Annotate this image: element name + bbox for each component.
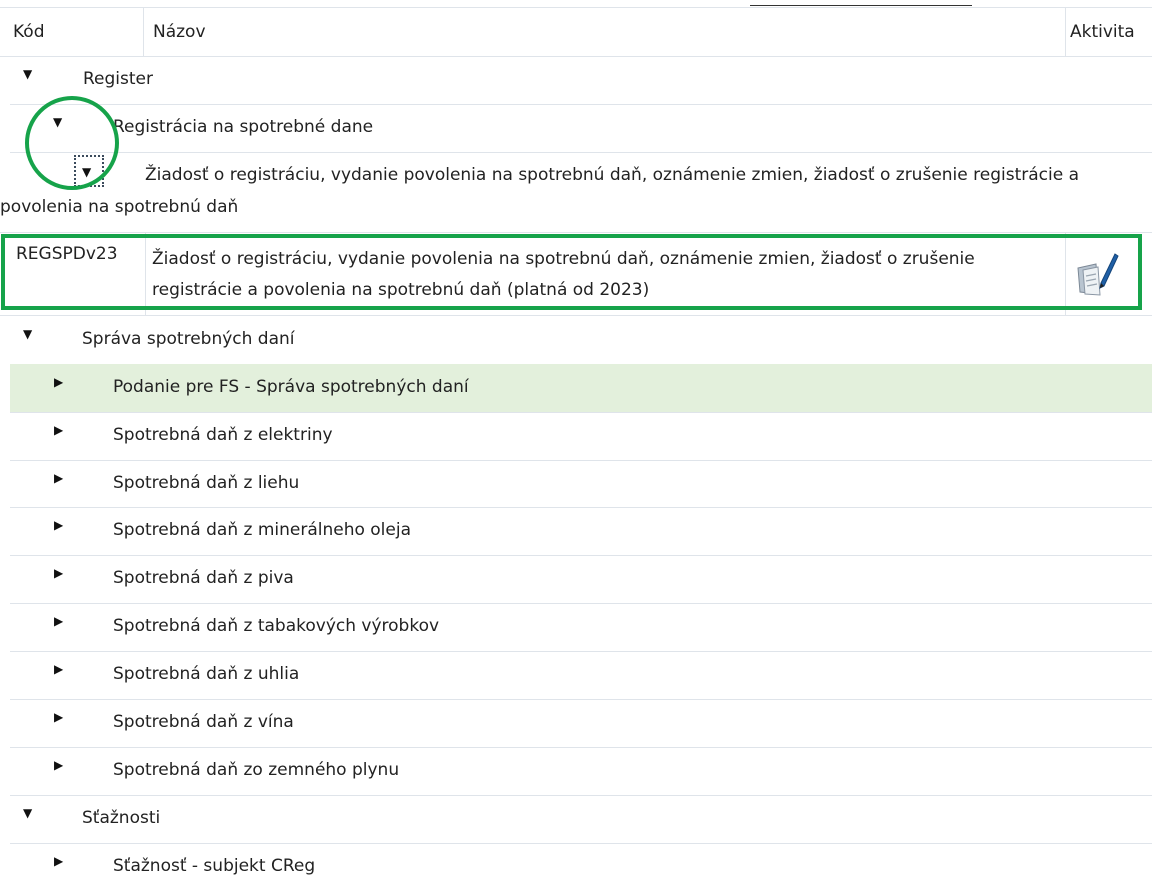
collapsed-triangle-icon[interactable]: ▶ [54,472,63,484]
top-bar [750,0,972,6]
tree-row-staznosti[interactable]: ▼ Sťažnosti [10,795,1152,844]
tree-row-register[interactable]: ▼ Register [10,56,1152,105]
collapsed-triangle-icon[interactable]: ▶ [54,567,63,579]
tree-row-ziadost-group[interactable]: ▼ Žiadosť o registráciu, vydanie povolen… [0,152,1152,233]
tree-row-item[interactable]: ▶ Spotrebná daň z piva [10,555,1152,604]
tree-label: Sťažnosť - subjekt CReg [113,856,316,876]
collapsed-triangle-icon[interactable]: ▶ [54,855,63,867]
tree-label: Spotrebná daň z minerálneho oleja [113,520,412,540]
collapsed-triangle-icon[interactable]: ▶ [54,519,63,531]
tree-row-item[interactable]: ▶ Spotrebná daň z liehu [10,460,1152,508]
tree-label: Spotrebná daň z vína [113,712,294,732]
tree-row-item[interactable]: ▶ Spotrebná daň z elektriny [10,412,1152,461]
tree-row-item[interactable]: ▶ Sťažnosť - subjekt CReg [10,843,1152,885]
tree-row-item[interactable]: ▶ Spotrebná daň z uhlia [10,651,1152,700]
tree-label: Registrácia na spotrebné dane [113,117,374,137]
edit-form-icon[interactable] [1074,250,1124,298]
tree-label: Spotrebná daň zo zemného plynu [113,760,400,780]
collapsed-triangle-icon[interactable]: ▶ [54,663,63,675]
tree-label: Sťažnosti [82,808,161,828]
expanded-triangle-icon[interactable]: ▼ [23,807,32,819]
expanded-triangle-icon[interactable]: ▼ [23,68,32,80]
table-header: Kód Názov Aktivita [0,7,1152,57]
collapsed-triangle-icon[interactable]: ▶ [54,424,63,436]
tree-row-item[interactable]: ▶ Podanie pre FS - Správa spotrebných da… [10,364,1152,413]
document-name: Žiadosť o registráciu, vydanie povolenia… [152,249,975,300]
header-activity: Aktivita [1070,22,1135,42]
tree-row-item[interactable]: ▶ Spotrebná daň z minerálneho oleja [10,507,1152,556]
document-row[interactable]: REGSPDv23 Žiadosť o registráciu, vydanie… [0,232,1152,316]
tree-label: Register [83,69,153,89]
column-divider [145,232,146,315]
tree-row-item[interactable]: ▶ Spotrebná daň zo zemného plynu [10,747,1152,796]
tree-label: Spotrebná daň z piva [113,568,294,588]
header-code: Kód [13,22,45,42]
expanded-triangle-icon[interactable]: ▼ [53,116,62,128]
header-name: Názov [153,22,206,42]
tree-row-item[interactable]: ▶ Spotrebná daň z vína [10,699,1152,748]
tree-label: Spotrebná daň z tabakových výrobkov [113,616,440,636]
document-code: REGSPDv23 [16,244,118,264]
collapsed-triangle-icon[interactable]: ▶ [54,711,63,723]
tree-row-registracia[interactable]: ▼ Registrácia na spotrebné dane [10,104,1152,153]
collapsed-triangle-icon[interactable]: ▶ [54,759,63,771]
collapsed-triangle-icon[interactable]: ▶ [54,615,63,627]
collapsed-triangle-icon[interactable]: ▶ [54,376,63,388]
column-divider [1065,232,1066,315]
tree-label: Spotrebná daň z uhlia [113,664,300,684]
tree-label: Spotrebná daň z elektriny [113,425,333,445]
tree-label: Podanie pre FS - Správa spotrebných daní [113,377,469,397]
header-divider [143,8,144,56]
expanded-triangle-icon[interactable]: ▼ [23,328,32,340]
tree-row-sprava[interactable]: ▼ Správa spotrebných daní [10,316,1152,365]
header-divider [1065,8,1066,56]
tree-row-item[interactable]: ▶ Spotrebná daň z tabakových výrobkov [10,603,1152,652]
tree-label: Spotrebná daň z liehu [113,473,300,493]
tree-label: Žiadosť o registráciu, vydanie povolenia… [0,165,1080,217]
tree-label: Správa spotrebných daní [82,329,295,349]
